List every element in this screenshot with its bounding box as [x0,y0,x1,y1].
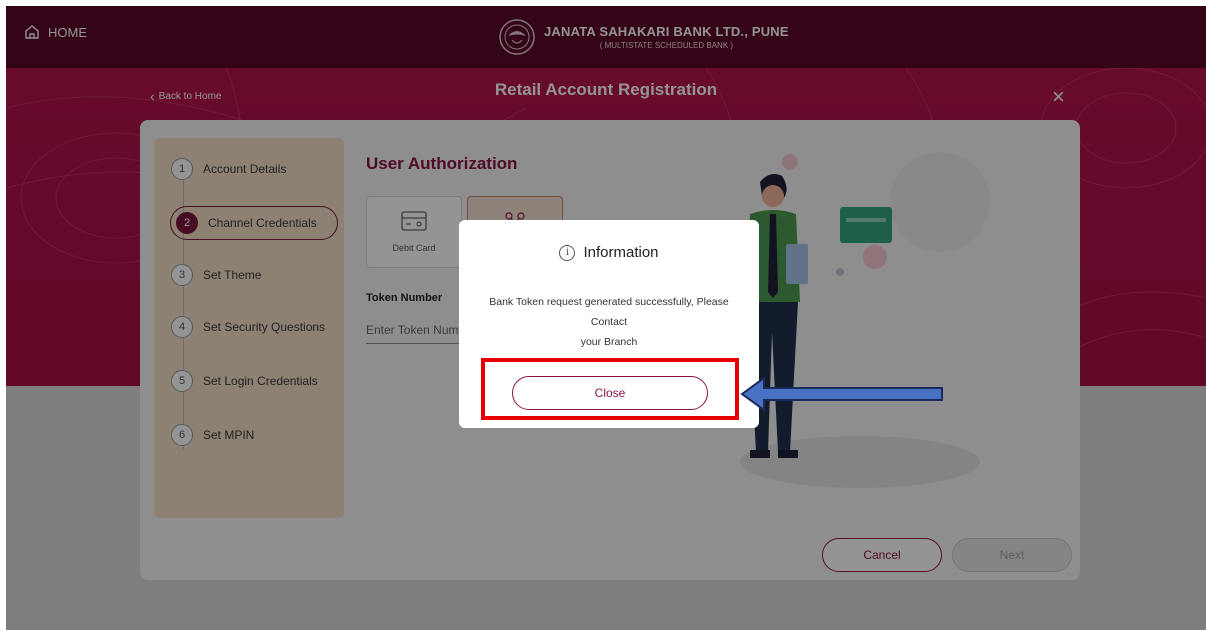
dialog-header: i Information [459,244,759,261]
app-frame: HOME JANATA SAHAKARI BANK LTD., PUNE ( M… [6,6,1206,630]
info-icon: i [559,244,576,261]
dialog-message: Bank Token request generated successfull… [479,292,739,352]
dialog-title: Information [583,244,659,261]
close-button[interactable]: Close [512,376,708,410]
pointer-arrow [740,376,943,412]
dialog-message-line: Bank Token request generated successfull… [489,296,729,328]
dialog-message-line: your Branch [580,336,638,348]
information-dialog: i Information Bank Token request generat… [459,220,759,428]
